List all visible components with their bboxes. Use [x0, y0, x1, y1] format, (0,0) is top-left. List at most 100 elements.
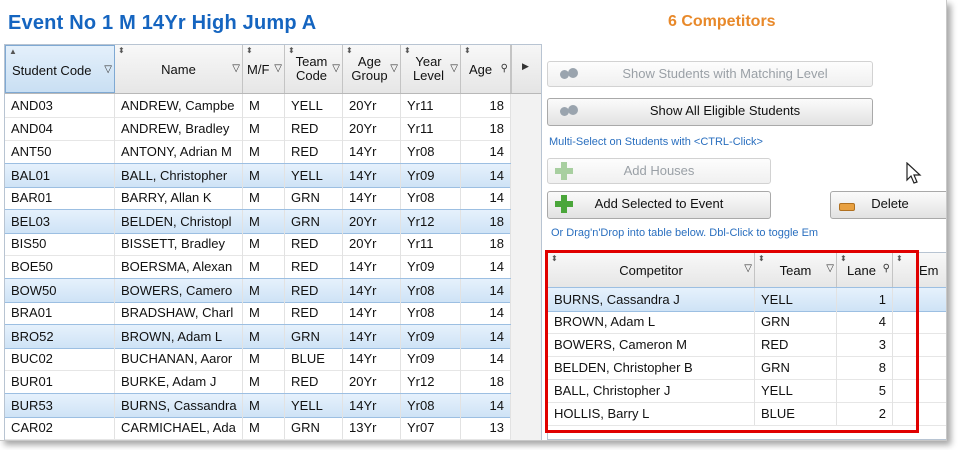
student-row[interactable]: ANT50 ANTONY, Adrian M M RED 14Yr Yr08 14 [5, 140, 541, 164]
student-row[interactable]: BUR53 BURNS, Cassandra M YELL 14Yr Yr08 14 [5, 393, 541, 418]
competitor-row[interactable]: BROWN, Adam L GRN 4 [548, 310, 946, 334]
competitor-row[interactable]: BELDEN, Christopher B GRN 8 [548, 356, 946, 380]
cell-age: 18 [461, 210, 511, 233]
col-label: Name [161, 62, 196, 77]
student-row[interactable]: BIS50 BISSETT, Bradley M RED 20Yr Yr11 18 [5, 232, 541, 256]
eraser-icon [839, 203, 855, 211]
student-row[interactable]: BUC02 BUCHANAN, Aaror M BLUE 14Yr Yr09 14 [5, 347, 541, 371]
cell-team: YELL [285, 164, 343, 187]
filter-icon[interactable]: ▽ [826, 263, 834, 274]
cell-level: Yr08 [401, 301, 461, 324]
cell-em[interactable] [893, 356, 946, 379]
student-row[interactable]: BRO52 BROWN, Adam L M GRN 14Yr Yr09 14 [5, 324, 541, 349]
add-houses-button[interactable]: Add Houses [547, 158, 771, 184]
cell-group: 20Yr [343, 117, 401, 140]
button-label: Add Selected to Event [594, 196, 724, 211]
cell-team: GRN [285, 186, 343, 209]
cell-level: Yr08 [401, 394, 461, 417]
cell-team: RED [285, 140, 343, 163]
cell-level: Yr09 [401, 255, 461, 278]
filter-icon[interactable]: ▽ [744, 263, 752, 274]
cell-code: BOE50 [5, 255, 115, 278]
cell-mf: M [243, 347, 285, 370]
competitors-grid[interactable]: ⬍ Competitor ▽ ⬍ Team ▽ ⬍ Lane ⚲ ⬍ Em BU… [547, 252, 946, 440]
col-team-code[interactable]: ⬍ Team Code ▽ [285, 45, 343, 93]
delete-button[interactable]: Delete [830, 191, 946, 219]
competitor-row[interactable]: BALL, Christopher J YELL 5 [548, 379, 946, 403]
column-scroll-button[interactable]: ▶ [511, 45, 541, 93]
filter-icon[interactable]: ▽ [450, 63, 458, 74]
sort-icon: ⬍ [896, 254, 903, 263]
col-age-group[interactable]: ⬍ Age Group ▽ [343, 45, 401, 93]
students-grid-header: ▲ Student Code ▽ ⬍ Name ▽ ⬍ M/F ▽ ⬍ Team… [5, 45, 541, 94]
competitor-row[interactable]: HOLLIS, Barry L BLUE 2 [548, 402, 946, 426]
filter-icon[interactable]: ▽ [274, 63, 282, 74]
event-title: Event No 1 M 14Yr High Jump A [8, 12, 317, 34]
cell-group: 13Yr [343, 416, 401, 439]
cell-name: BROWN, Adam L [548, 310, 755, 333]
filter-icon[interactable]: ▽ [390, 63, 398, 74]
col-lane[interactable]: ⬍ Lane ⚲ [837, 253, 893, 287]
add-selected-to-event-button[interactable]: Add Selected to Event [547, 191, 771, 219]
filter-icon[interactable]: ▽ [104, 64, 112, 75]
student-row[interactable]: BAR01 BARRY, Allan K M GRN 14Yr Yr08 14 [5, 186, 541, 210]
show-all-eligible-button[interactable]: Show All Eligible Students [547, 98, 873, 126]
sort-icon: ⬍ [118, 46, 125, 55]
sort-icon: ⬍ [246, 46, 253, 55]
cell-em[interactable] [893, 402, 946, 425]
student-row[interactable]: BOW50 BOWERS, Camero M RED 14Yr Yr08 14 [5, 278, 541, 303]
col-em[interactable]: ⬍ Em [893, 253, 946, 287]
cell-em[interactable] [893, 310, 946, 333]
event-window: Event No 1 M 14Yr High Jump A 6 Competit… [0, 0, 947, 441]
cell-age: 14 [461, 140, 511, 163]
cell-name: BOERSMA, Alexan [115, 255, 243, 278]
col-label: Competitor [619, 263, 683, 278]
col-year-level[interactable]: ⬍ Year Level ▽ [401, 45, 461, 93]
cell-team: YELL [755, 288, 837, 311]
student-row[interactable]: BUR01 BURKE, Adam J M RED 20Yr Yr12 18 [5, 370, 541, 394]
search-icon[interactable]: ⚲ [501, 63, 508, 74]
competitor-row[interactable]: BURNS, Cassandra J YELL 1 [548, 287, 946, 312]
cell-em[interactable] [893, 333, 946, 356]
cell-level: Yr09 [401, 164, 461, 187]
cell-team: RED [285, 279, 343, 302]
cell-group: 14Yr [343, 140, 401, 163]
student-row[interactable]: BEL03 BELDEN, Christopl M GRN 20Yr Yr12 18 [5, 209, 541, 234]
sort-icon: ⬍ [464, 46, 471, 55]
col-age[interactable]: ⬍ Age ⚲ [461, 45, 511, 93]
show-matching-level-button[interactable]: Show Students with Matching Level [547, 61, 873, 87]
cell-mf: M [243, 232, 285, 255]
cell-em[interactable] [893, 288, 946, 311]
cell-level: Yr07 [401, 416, 461, 439]
search-icon[interactable]: ⚲ [883, 263, 890, 274]
cell-group: 14Yr [343, 347, 401, 370]
cell-age: 13 [461, 416, 511, 439]
student-row[interactable]: CAR02 CARMICHAEL, Ada M GRN 13Yr Yr07 13 [5, 416, 541, 440]
cell-mf: M [243, 255, 285, 278]
student-row[interactable]: AND04 ANDREW, Bradley M RED 20Yr Yr11 18 [5, 117, 541, 141]
button-label: Add Houses [623, 163, 695, 178]
cell-team: YELL [285, 394, 343, 417]
cell-group: 20Yr [343, 94, 401, 117]
col-competitor[interactable]: ⬍ Competitor ▽ [548, 253, 755, 287]
cell-team: GRN [755, 356, 837, 379]
competitor-row[interactable]: BOWERS, Cameron M RED 3 [548, 333, 946, 357]
filter-icon[interactable]: ▽ [232, 63, 240, 74]
col-mf[interactable]: ⬍ M/F ▽ [243, 45, 285, 93]
filter-icon[interactable]: ▽ [332, 63, 340, 74]
col-student-code[interactable]: ▲ Student Code ▽ [5, 45, 115, 93]
col-team[interactable]: ⬍ Team ▽ [755, 253, 837, 287]
cell-mf: M [243, 394, 285, 417]
student-row[interactable]: BRA01 BRADSHAW, Charl M RED 14Yr Yr08 14 [5, 301, 541, 325]
cell-mf: M [243, 94, 285, 117]
student-row[interactable]: AND03 ANDREW, Campbe M YELL 20Yr Yr11 18 [5, 94, 541, 118]
students-grid[interactable]: ▲ Student Code ▽ ⬍ Name ▽ ⬍ M/F ▽ ⬍ Team… [4, 44, 542, 440]
cell-lane: 4 [837, 310, 893, 333]
cell-age: 14 [461, 255, 511, 278]
col-name[interactable]: ⬍ Name ▽ [115, 45, 243, 93]
cell-em[interactable] [893, 379, 946, 402]
cell-team: GRN [285, 325, 343, 348]
student-row[interactable]: BAL01 BALL, Christopher M YELL 14Yr Yr09 14 [5, 163, 541, 188]
student-row[interactable]: BOE50 BOERSMA, Alexan M RED 14Yr Yr09 14 [5, 255, 541, 279]
vertical-scrollbar[interactable] [511, 94, 541, 440]
